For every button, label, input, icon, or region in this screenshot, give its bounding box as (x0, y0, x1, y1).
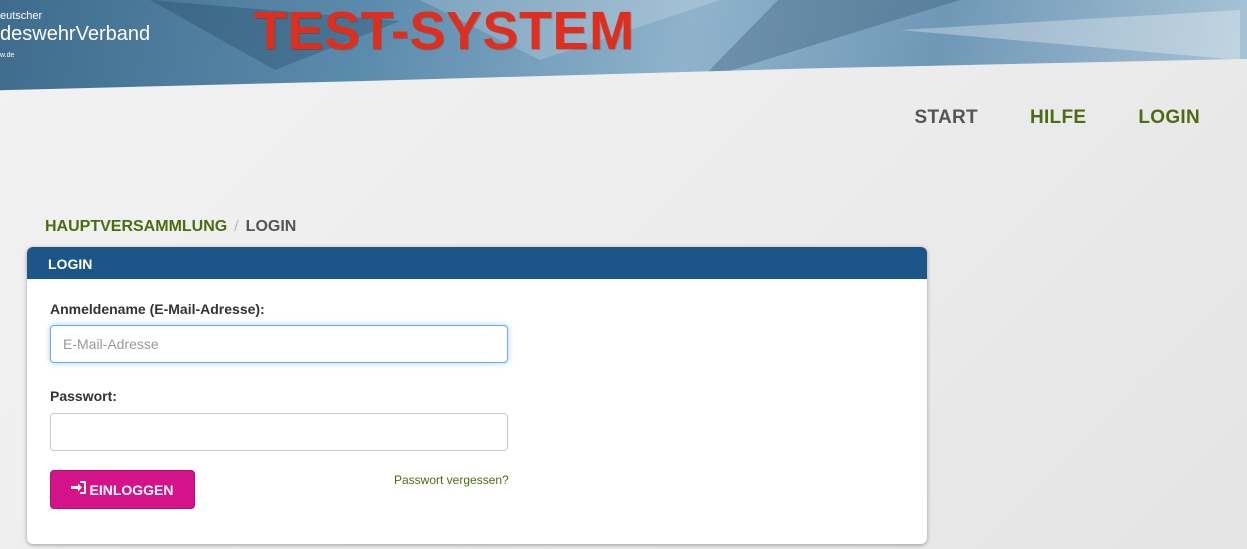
login-panel-title: LOGIN (27, 247, 927, 279)
test-system-label: TEST-SYSTEM (254, 1, 635, 61)
banner-facet (900, 10, 1240, 60)
brand-logo-top: eutscher (0, 10, 43, 22)
main-nav: START HILFE LOGIN (915, 107, 1200, 129)
forgot-password-link[interactable]: Passwort vergessen? (394, 473, 509, 487)
login-button[interactable]: EINLOGGEN (50, 470, 195, 509)
password-input[interactable] (50, 413, 508, 451)
nav-login[interactable]: LOGIN (1138, 107, 1200, 129)
password-label: Passwort: (50, 388, 117, 404)
brand-logo-url: w.de (0, 52, 15, 59)
email-label: Anmeldename (E-Mail-Adresse): (50, 301, 265, 317)
breadcrumb: HAUPTVERSAMMLUNG / LOGIN (45, 218, 296, 236)
breadcrumb-separator: / (234, 218, 239, 235)
login-button-label: EINLOGGEN (89, 481, 174, 498)
banner-facet (700, 0, 960, 80)
breadcrumb-current: LOGIN (245, 218, 297, 235)
login-panel: LOGIN Anmeldename (E-Mail-Adresse): Pass… (27, 247, 927, 544)
sign-in-icon (71, 481, 87, 498)
breadcrumb-hauptversammlung[interactable]: HAUPTVERSAMMLUNG (45, 218, 227, 235)
nav-start[interactable]: START (915, 107, 978, 129)
email-input[interactable] (50, 325, 508, 363)
nav-hilfe[interactable]: HILFE (1030, 107, 1086, 129)
brand-logo-name[interactable]: deswehrVerband (0, 23, 150, 46)
